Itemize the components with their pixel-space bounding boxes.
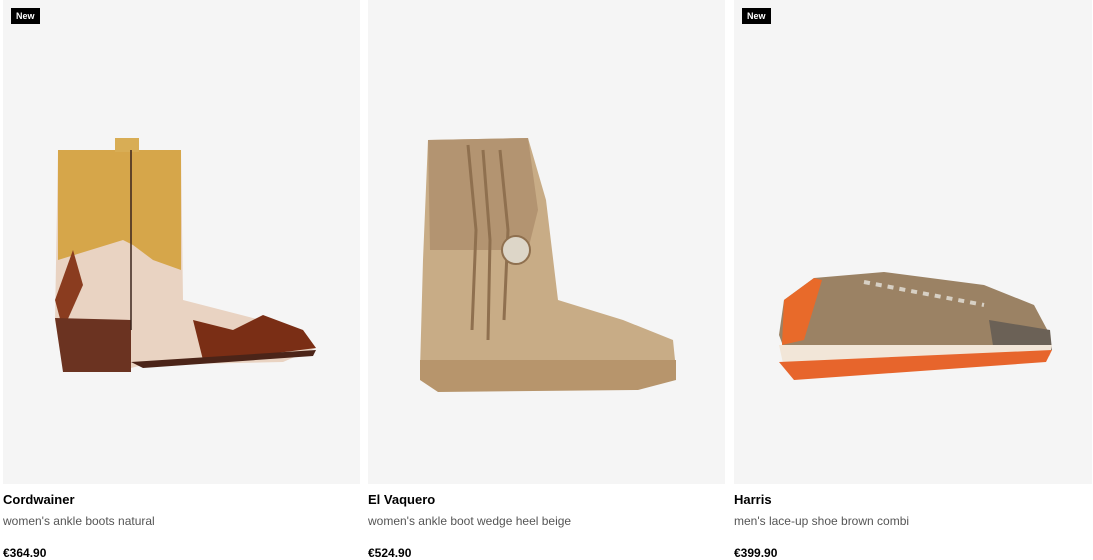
product-price: €364.90 bbox=[3, 546, 47, 560]
product-image-link[interactable]: New bbox=[734, 0, 1092, 484]
product-card[interactable]: El Vaquero women's ankle boot wedge heel… bbox=[368, 0, 725, 560]
product-image-ankle-boot bbox=[55, 138, 316, 372]
product-brand[interactable]: Cordwainer bbox=[3, 492, 75, 507]
product-card[interactable]: New Harris men's lace-up shoe brown comb… bbox=[734, 0, 1092, 560]
product-brand[interactable]: El Vaquero bbox=[368, 492, 435, 507]
product-description[interactable]: women's ankle boots natural bbox=[3, 514, 155, 528]
product-price: €524.90 bbox=[368, 546, 412, 560]
product-image-sneaker bbox=[779, 272, 1052, 380]
product-brand[interactable]: Harris bbox=[734, 492, 772, 507]
product-description[interactable]: men's lace-up shoe brown combi bbox=[734, 514, 909, 528]
new-badge: New bbox=[11, 8, 40, 24]
product-image-fringe-boot bbox=[420, 138, 676, 392]
new-badge: New bbox=[742, 8, 771, 24]
product-description[interactable]: women's ankle boot wedge heel beige bbox=[368, 514, 571, 528]
product-image-link[interactable] bbox=[368, 0, 725, 484]
product-card[interactable]: New Cordwainer women's ankle boots natur… bbox=[3, 0, 360, 560]
product-price: €399.90 bbox=[734, 546, 778, 560]
product-image-link[interactable]: New bbox=[3, 0, 360, 484]
